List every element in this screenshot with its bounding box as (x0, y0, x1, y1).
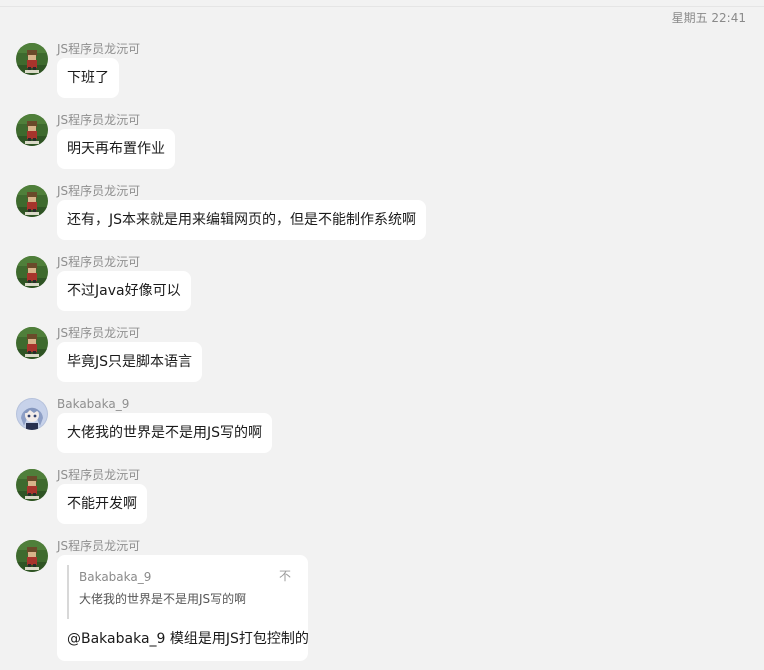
quoted-message-text: 大佬我的世界是不是用JS写的啊 (79, 592, 247, 606)
reply-message-text: @Bakabaka_9 模组是用JS打包控制的 (67, 631, 309, 647)
sender-name[interactable]: JS程序员龙沅可 (57, 325, 140, 341)
quoted-sender-name: Bakabaka_9 (79, 570, 152, 584)
anime-avatar-icon (16, 398, 48, 430)
sender-avatar[interactable] (16, 398, 48, 430)
message-bubble[interactable]: 毕竟JS只是脚本语言 (57, 342, 203, 382)
sender-avatar[interactable] (16, 43, 48, 75)
message-timestamp: 星期五 22:41 (671, 11, 746, 25)
message-bubble[interactable]: 不能开发啊 (57, 484, 147, 524)
top-divider (0, 6, 764, 7)
sender-avatar[interactable] (16, 256, 48, 288)
sender-name[interactable]: JS程序员龙沅可 (57, 183, 140, 199)
pixel-game-avatar-icon (16, 469, 48, 501)
pixel-game-avatar-icon (16, 43, 48, 75)
sender-name[interactable]: JS程序员龙沅可 (57, 112, 140, 128)
sender-avatar[interactable] (16, 114, 48, 146)
message-bubble[interactable]: 大佬我的世界是不是用JS写的啊 (57, 413, 273, 453)
reply-message-bubble[interactable]: Bakabaka_9 不 大佬我的世界是不是用JS写的啊 @Bakabaka_9… (57, 555, 309, 661)
sender-name[interactable]: JS程序员龙沅可 (57, 538, 140, 554)
sender-name[interactable]: JS程序员龙沅可 (57, 41, 140, 57)
message-bubble[interactable]: 还有，JS本来就是用来编辑网页的，但是不能制作系统啊 (57, 200, 427, 240)
sender-name[interactable]: JS程序员龙沅可 (57, 467, 140, 483)
pixel-game-avatar-icon (16, 256, 48, 288)
sender-avatar[interactable] (16, 469, 48, 501)
message-bubble[interactable]: 不过Java好像可以 (57, 271, 191, 311)
chat-window: 星期五 22:41 JS程序员龙沅可 下班了 JS程序员龙沅可 明天再布置作业 … (0, 0, 764, 670)
sender-name[interactable]: Bakabaka_9 (57, 396, 129, 412)
pixel-game-avatar-icon (16, 185, 48, 217)
sender-avatar[interactable] (16, 327, 48, 359)
message-bubble[interactable]: 下班了 (57, 58, 119, 98)
pixel-game-avatar-icon (16, 327, 48, 359)
sender-avatar[interactable] (16, 540, 48, 572)
pixel-game-avatar-icon (16, 540, 48, 572)
message-bubble[interactable]: 明天再布置作业 (57, 129, 175, 169)
quote-marker-icon: 不 (278, 569, 291, 583)
pixel-game-avatar-icon (16, 114, 48, 146)
sender-avatar[interactable] (16, 185, 48, 217)
sender-name[interactable]: JS程序员龙沅可 (57, 254, 140, 270)
quoted-message[interactable]: Bakabaka_9 不 大佬我的世界是不是用JS写的啊 (67, 565, 297, 619)
